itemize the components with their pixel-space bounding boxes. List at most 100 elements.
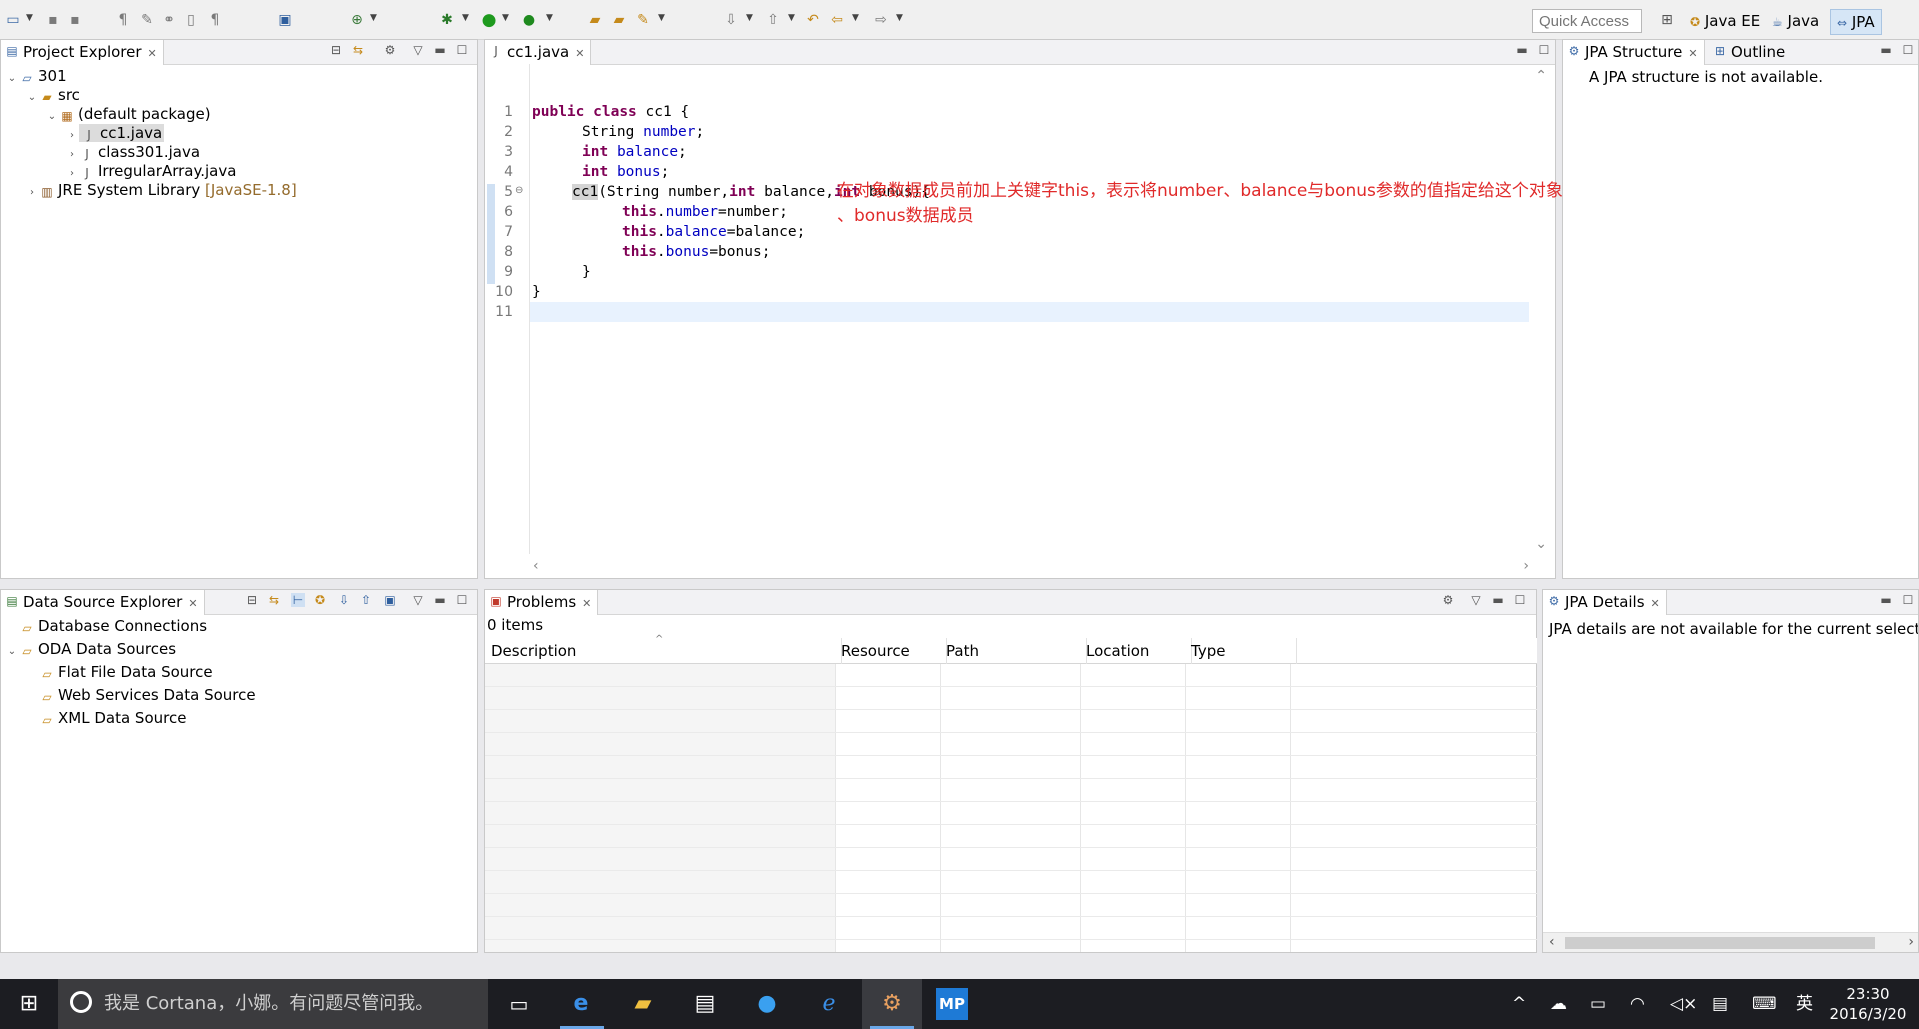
new-dropdown-icon[interactable]: ▼	[26, 13, 33, 23]
maximize-icon[interactable]: ☐	[1513, 593, 1527, 607]
minimize-icon[interactable]: ▬	[1491, 593, 1505, 607]
tree-item-jre-library[interactable]: › ▥ JRE System Library [JavaSE-1.8]	[25, 179, 297, 201]
horizontal-scrollbar[interactable]: ‹ ›	[1543, 932, 1918, 952]
tree-item-flat-file[interactable]: ▱ Flat File Data Source	[25, 661, 212, 683]
tree-item-web-services[interactable]: ▱ Web Services Data Source	[25, 684, 255, 706]
column-description[interactable]: Description	[485, 638, 842, 664]
save-icon[interactable]: ▪	[44, 12, 62, 28]
tab-cc1-java[interactable]: Jcc1.java ✕	[485, 40, 592, 65]
maximize-icon[interactable]: ☐	[1901, 43, 1915, 57]
link-with-editor-icon[interactable]: ⇆	[351, 43, 365, 57]
export-icon[interactable]: ⇧	[359, 593, 373, 607]
server-icon[interactable]: ▣	[276, 12, 294, 28]
scrollbar-thumb[interactable]	[1565, 937, 1875, 949]
last-edit-icon[interactable]: ↶	[804, 12, 822, 28]
task-view-icon[interactable]: ▭	[504, 989, 534, 1019]
expand-right-icon[interactable]: ›	[25, 182, 39, 204]
file-explorer-icon[interactable]: ▰	[628, 989, 658, 1019]
scroll-down-icon[interactable]: ⌄	[1535, 536, 1547, 552]
new-icon[interactable]: ▭	[4, 12, 22, 28]
expand-down-icon[interactable]: ⌄	[25, 87, 39, 109]
action-center-icon[interactable]: ▤	[1712, 994, 1728, 1014]
keyboard-icon[interactable]: ⌨	[1752, 994, 1777, 1014]
view-menu-icon[interactable]: ▽	[411, 593, 425, 607]
maximize-icon[interactable]: ☐	[455, 593, 469, 607]
column-location[interactable]: Location	[1080, 638, 1192, 664]
perspective-java-ee[interactable]: ✪ Java EE	[1684, 9, 1766, 33]
forward-icon[interactable]: ⇨	[872, 12, 890, 28]
open-type-icon[interactable]: ▰	[586, 12, 604, 28]
new-java-ee-dropdown-icon[interactable]: ▼	[370, 13, 377, 23]
back-dropdown-icon[interactable]: ▼	[852, 13, 859, 23]
search-tool-icon[interactable]: ✎	[634, 12, 652, 28]
maximize-icon[interactable]: ☐	[1537, 43, 1551, 57]
store-icon[interactable]: ▤	[690, 989, 720, 1019]
edge-browser-icon[interactable]: e	[566, 989, 596, 1019]
link-icon[interactable]: ⇆	[267, 593, 281, 607]
eclipse-taskbar-button[interactable]: ⚙	[862, 979, 922, 1029]
scroll-right-icon[interactable]: ›	[1908, 934, 1914, 950]
expand-down-icon[interactable]: ⌄	[5, 641, 19, 663]
filter-icon[interactable]: ⚙	[383, 43, 397, 57]
open-task-icon[interactable]: ▰	[610, 12, 628, 28]
column-resource[interactable]: Resource	[835, 638, 947, 664]
maximize-icon[interactable]: ☐	[455, 43, 469, 57]
wifi-icon[interactable]: ◠	[1630, 994, 1645, 1014]
search-dropdown-icon[interactable]: ▼	[658, 13, 665, 23]
minimize-icon[interactable]: ▬	[433, 43, 447, 57]
minimize-icon[interactable]: ▬	[433, 593, 447, 607]
perspective-jpa[interactable]: ⇔ JPA	[1830, 9, 1882, 35]
scroll-left-icon[interactable]: ‹	[1549, 934, 1555, 950]
tree-item-database-connections[interactable]: ▱ Database Connections	[5, 615, 207, 637]
external-tools-dropdown-icon[interactable]: ▼	[546, 13, 553, 23]
onedrive-icon[interactable]: ☁	[1550, 994, 1567, 1014]
whitespace-icon[interactable]: ¶	[206, 12, 224, 28]
close-icon[interactable]: ✕	[582, 597, 591, 610]
minimize-icon[interactable]: ▬	[1879, 593, 1893, 607]
column-path[interactable]: Path	[940, 638, 1087, 664]
fold-icon[interactable]: ⊖	[515, 185, 523, 196]
open-perspective-icon[interactable]: ⊞	[1658, 12, 1676, 28]
scroll-up-icon[interactable]: ⌃	[1535, 68, 1547, 84]
close-icon[interactable]: ✕	[1688, 47, 1697, 60]
scroll-right-icon[interactable]: ›	[1523, 558, 1529, 574]
tab-problems[interactable]: ▣ Problems ✕	[485, 590, 599, 615]
close-icon[interactable]: ✕	[575, 47, 584, 60]
mp-app-icon[interactable]: MP	[936, 988, 968, 1020]
expand-down-icon[interactable]: ⌄	[5, 68, 19, 90]
external-tools-icon[interactable]: ●	[520, 12, 538, 28]
connect-icon[interactable]: ✪	[313, 593, 327, 607]
back-icon[interactable]: ⇦	[828, 12, 846, 28]
block-icon[interactable]: ▯	[182, 12, 200, 28]
tree-item-xml[interactable]: ▱ XML Data Source	[25, 707, 186, 729]
minimize-icon[interactable]: ▬	[1515, 43, 1529, 57]
prev-annotation-icon[interactable]: ⇧	[764, 12, 782, 28]
save-all-icon[interactable]: ▪	[66, 12, 84, 28]
scroll-left-icon[interactable]: ‹	[533, 558, 539, 574]
prev-annotation-dropdown-icon[interactable]: ▼	[788, 13, 795, 23]
save-profile-icon[interactable]: ▣	[383, 593, 397, 607]
code-area[interactable]: public class cc1 { String number; int ba…	[529, 64, 1529, 554]
expand-down-icon[interactable]: ⌄	[45, 106, 59, 128]
import-icon[interactable]: ⇩	[337, 593, 351, 607]
column-type[interactable]: Type	[1185, 638, 1297, 664]
volume-muted-icon[interactable]: ◁×	[1670, 994, 1697, 1014]
minimize-icon[interactable]: ▬	[1879, 43, 1893, 57]
view-menu-icon[interactable]: ▽	[1469, 593, 1483, 607]
view-menu-icon[interactable]: ▽	[411, 43, 425, 57]
windows-start-icon[interactable]: ⊞	[14, 989, 44, 1019]
internet-explorer-icon[interactable]: ℯ	[814, 989, 844, 1019]
tab-outline[interactable]: ⊞ Outline	[1709, 40, 1791, 64]
clock[interactable]: 23:30 2016/3/20	[1826, 984, 1910, 1024]
run-dropdown-icon[interactable]: ▼	[502, 13, 509, 23]
quick-access-input[interactable]	[1532, 9, 1642, 33]
tab-jpa-details[interactable]: ⚙ JPA Details ✕	[1543, 590, 1667, 615]
tab-jpa-structure[interactable]: ⚙ JPA Structure ✕	[1563, 40, 1705, 65]
debug-dropdown-icon[interactable]: ▼	[462, 13, 469, 23]
annotation-icon[interactable]: ✎	[138, 12, 156, 28]
next-annotation-dropdown-icon[interactable]: ▼	[746, 13, 753, 23]
new-java-ee-icon[interactable]: ⊕	[348, 12, 366, 28]
tree-item-oda-data-sources[interactable]: ⌄ ▱ ODA Data Sources	[5, 638, 176, 660]
tree-view-icon[interactable]: ⊢	[291, 593, 305, 607]
ime-indicator[interactable]: 英	[1796, 994, 1813, 1014]
